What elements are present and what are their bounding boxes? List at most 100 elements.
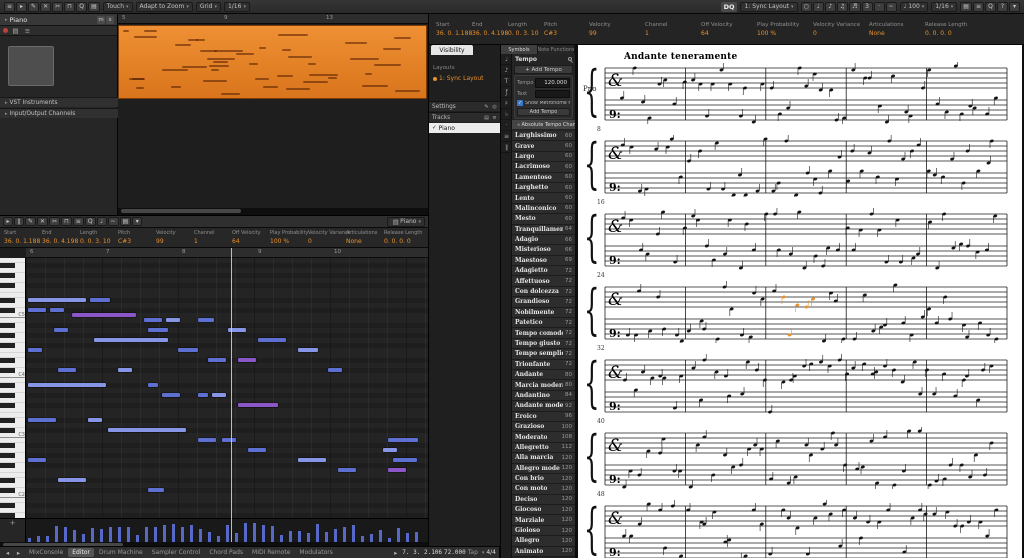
velocity-bar[interactable]	[415, 532, 418, 542]
velocity-bar[interactable]	[406, 533, 409, 542]
monitor-icon[interactable]: ▤	[11, 26, 20, 35]
midi-note[interactable]	[162, 393, 180, 397]
tempo-value-field[interactable]: 120.000	[535, 78, 570, 88]
tempo-list-item[interactable]: Misterioso 66	[512, 245, 575, 256]
midi-note[interactable]	[58, 368, 76, 372]
layout-item-sync[interactable]: 1: Sync Layout	[433, 75, 484, 82]
bottom-tab-sampler-control[interactable]: Sampler Control	[148, 548, 205, 557]
field-off-velocity[interactable]: Off Velocity 64	[230, 230, 268, 245]
midi-note[interactable]	[28, 298, 86, 302]
velocity-bar[interactable]	[226, 525, 229, 542]
field-release-length[interactable]: Release Length 0. 0. 0. 0	[923, 22, 975, 37]
symbol-category-icon[interactable]: ♪	[501, 65, 512, 76]
midi-note[interactable]	[94, 338, 168, 342]
tempo-display[interactable]: ♩ 100 ▾	[899, 1, 929, 12]
tool-icon[interactable]: ≡	[4, 1, 16, 12]
tempo-list-item[interactable]: Tempo giusto 72	[512, 338, 575, 350]
adapt-to-zoom-select[interactable]: Adapt to Zoom ▾	[135, 1, 193, 12]
transport-position[interactable]: 7. 3. 2.106	[402, 549, 442, 556]
tempo-list-item[interactable]: Eroico 96	[512, 411, 575, 422]
velocity-bar[interactable]	[145, 527, 148, 542]
tool-icon[interactable]: ▸	[16, 1, 28, 12]
playhead[interactable]	[231, 248, 232, 542]
midi-note[interactable]	[28, 458, 46, 462]
velocity-bar[interactable]	[64, 527, 67, 542]
layout-select[interactable]: 1: Sync Layout ▾	[740, 1, 798, 12]
tempo-list-item[interactable]: Mesto 60	[512, 214, 575, 225]
midi-note[interactable]	[198, 393, 208, 397]
midi-note[interactable]	[388, 468, 406, 472]
midi-note[interactable]	[144, 318, 162, 322]
key-editor-tool-icon[interactable]: ⊓	[61, 217, 72, 226]
velocity-bar[interactable]	[172, 524, 175, 542]
velocity-bar[interactable]	[370, 534, 373, 542]
visibility-track-piano[interactable]: ✓ Piano	[429, 123, 501, 133]
midi-note[interactable]	[258, 338, 286, 342]
toolbar-icon[interactable]: ▾	[1009, 1, 1020, 12]
tool-icon[interactable]: ▤	[88, 1, 100, 12]
tempo-list-item[interactable]: Andante moderato92	[512, 401, 575, 412]
field-velocity[interactable]: Velocity 99	[154, 230, 192, 245]
midi-note[interactable]	[238, 403, 278, 407]
velocity-bar[interactable]	[199, 529, 202, 542]
tab-note-functions[interactable]: Note Functions	[538, 45, 575, 54]
tempo-list-item[interactable]: Grave 60	[512, 141, 575, 152]
add-tempo-quick-button[interactable]: + Add Tempo	[514, 65, 573, 74]
velocity-bar[interactable]	[307, 533, 310, 542]
field-start[interactable]: Start 36. 0. 1.188	[2, 230, 40, 245]
field-length[interactable]: Length 0. 0. 3. 10	[506, 22, 540, 37]
next-icon[interactable]: ▸	[14, 548, 23, 557]
velocity-bar[interactable]	[262, 525, 265, 542]
tempo-list-item[interactable]: Tempo comodo 72	[512, 328, 575, 339]
tempo-list-item[interactable]: Tranquillamente64	[512, 224, 575, 235]
velocity-bar[interactable]	[73, 530, 76, 542]
velocity-bar[interactable]	[82, 534, 85, 542]
tempo-text-field[interactable]	[535, 90, 570, 98]
mute-button[interactable]: m	[97, 15, 105, 24]
tempo-list-item[interactable]: Andante 80	[512, 369, 575, 381]
midi-note[interactable]	[118, 368, 132, 372]
tempo-list-item[interactable]: Marcia moderato80	[512, 380, 575, 391]
midi-note[interactable]	[148, 488, 164, 492]
symbol-category-icon[interactable]: ♩	[501, 54, 512, 65]
velocity-bar[interactable]	[154, 527, 157, 542]
piano-roll-grid[interactable]	[26, 258, 428, 518]
tempo-list-item[interactable]: Deciso 120	[512, 494, 575, 506]
tempo-list-item[interactable]: Alla marcia 120	[512, 453, 575, 464]
velocity-bar[interactable]	[136, 535, 139, 542]
velocity-bar[interactable]	[235, 533, 238, 542]
velocity-bar[interactable]	[55, 526, 58, 542]
midi-note[interactable]	[298, 458, 326, 462]
velocity-bar[interactable]	[109, 527, 112, 542]
key-editor-ruler[interactable]: 6 7 8 9 10	[26, 248, 428, 258]
snap-value-select[interactable]: 1/16 ▾	[223, 1, 250, 12]
key-editor-tool-icon[interactable]: ✎	[25, 217, 37, 226]
horizontal-scrollbar[interactable]	[118, 208, 428, 215]
velocity-lane-header[interactable]: +	[0, 519, 26, 543]
tempo-list-item[interactable]: Lento 60	[512, 193, 575, 204]
tempo-list-item[interactable]: Tempo semplice72	[512, 349, 575, 360]
key-editor-tool-icon[interactable]: ▾	[132, 217, 143, 226]
absolute-tempo-group-header[interactable]: ◂ Absolute Tempo Change	[512, 120, 575, 129]
tempo-list-item[interactable]: Grazioso 100	[512, 421, 575, 433]
field-velocity-variance[interactable]: Velocity Variance 0	[306, 230, 351, 245]
symbol-category-icon[interactable]: T	[501, 76, 512, 87]
velocity-bar[interactable]	[325, 532, 328, 542]
tool-icon[interactable]: Q	[76, 1, 88, 12]
midi-note[interactable]	[388, 438, 418, 442]
toolbar-icon[interactable]: ?	[997, 1, 1008, 12]
solo-button[interactable]: s	[106, 15, 114, 24]
field-articulations[interactable]: Articulations None	[867, 22, 919, 37]
tempo-list-item[interactable]: Allegretto 112	[512, 442, 575, 454]
midi-note[interactable]	[328, 368, 342, 372]
note-value-button[interactable]: ♪	[824, 1, 836, 12]
toolbar-icon[interactable]: ≡	[972, 1, 984, 12]
bottom-tab-drum-machine[interactable]: Drum Machine	[95, 548, 147, 557]
note-value-button[interactable]: 3	[861, 1, 873, 12]
tempo-list-item[interactable]: Allegro moderato120	[512, 463, 575, 474]
search-icon[interactable]: ◎	[491, 103, 498, 110]
edit-channel-icon[interactable]: ≡	[23, 26, 32, 35]
toolbar-icon[interactable]: Q	[985, 1, 996, 12]
tempo-list-item[interactable]: Trionfante 72	[512, 359, 575, 370]
midi-note[interactable]	[166, 318, 180, 322]
